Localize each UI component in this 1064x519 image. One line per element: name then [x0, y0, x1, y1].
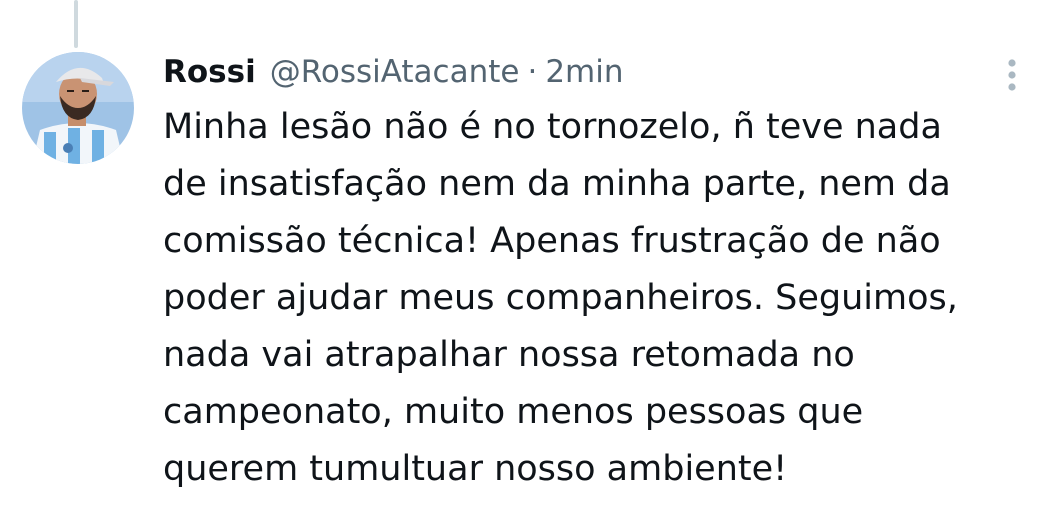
user-handle[interactable]: @RossiAtacante: [270, 49, 520, 95]
more-vertical-icon: [1008, 59, 1016, 91]
more-options-button[interactable]: [996, 56, 1028, 96]
tweet-text-line: nada vai atrapalhar nossa retomada no: [163, 335, 855, 375]
header-separator: ·: [527, 54, 538, 90]
thread-connector-line: [74, 0, 78, 48]
avatar[interactable]: [22, 52, 134, 164]
tweet-text-line: campeonato, muito menos pessoas que: [163, 392, 864, 432]
tweet-text-line: comissão técnica! Apenas frustração de n…: [163, 221, 941, 261]
tweet-text-line: querem tumultuar nosso ambiente!: [163, 449, 788, 489]
tweet-text-line: de insatisfação nem da minha parte, nem …: [163, 164, 951, 204]
tweet-text: Minha lesão não é no tornozelo, ñ teve n…: [163, 99, 1053, 498]
tweet-text-line: poder ajudar meus companheiros. Seguimos…: [163, 278, 958, 318]
tweet-header: Rossi @RossiAtacante · 2min: [163, 49, 624, 95]
display-name[interactable]: Rossi: [163, 49, 256, 95]
tweet-text-line: Minha lesão não é no tornozelo, ñ teve n…: [163, 107, 942, 147]
avatar-image: [22, 52, 134, 164]
timestamp[interactable]: 2min: [545, 49, 623, 95]
